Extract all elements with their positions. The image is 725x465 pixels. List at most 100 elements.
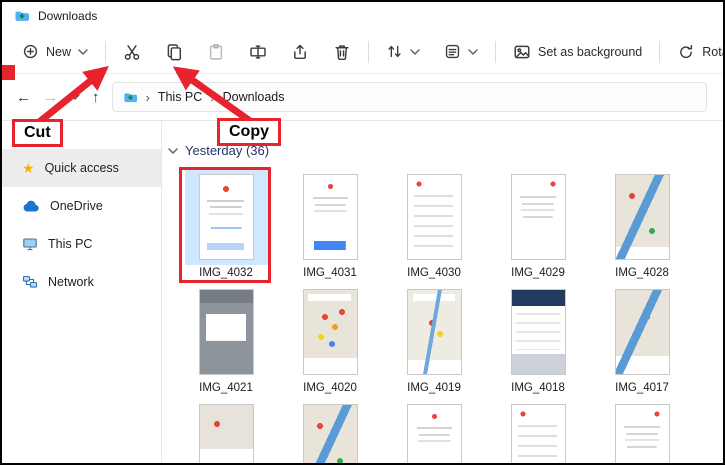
downloads-folder-icon xyxy=(14,8,30,24)
cut-button[interactable] xyxy=(111,37,153,67)
file-item[interactable] xyxy=(590,395,694,465)
file-item-img-4020[interactable]: IMG_4020 xyxy=(278,280,382,395)
file-item-img-4031[interactable]: IMG_4031 xyxy=(278,165,382,280)
file-thumbnail xyxy=(511,404,566,465)
file-label: IMG_4021 xyxy=(199,382,253,394)
address-bar[interactable]: › This PC › Downloads xyxy=(112,82,708,112)
file-item-img-4019[interactable]: IMG_4019 xyxy=(382,280,486,395)
file-thumbnail xyxy=(615,174,670,260)
command-toolbar: New xyxy=(2,30,723,74)
rotate-icon xyxy=(677,43,695,61)
file-item[interactable] xyxy=(486,395,590,465)
file-item[interactable] xyxy=(174,395,278,465)
file-item-img-4028[interactable]: IMG_4028 xyxy=(590,165,694,280)
toolbar-divider xyxy=(495,41,496,63)
file-label: IMG_4029 xyxy=(511,267,565,279)
plus-circle-icon xyxy=(22,43,39,60)
view-button[interactable] xyxy=(432,37,490,66)
network-icon xyxy=(22,274,38,290)
window-title: Downloads xyxy=(38,9,97,23)
breadcrumb-chevron: › xyxy=(210,90,214,105)
toolbar-divider xyxy=(659,41,660,63)
file-label: IMG_4019 xyxy=(407,382,461,394)
file-label: IMG_4017 xyxy=(615,382,669,394)
sort-icon xyxy=(386,43,403,60)
file-list-pane: Yesterday (36) IMG_4032 IMG_4031 IMG_403… xyxy=(162,121,723,465)
sidebar-item-this-pc[interactable]: This PC xyxy=(2,225,161,263)
computer-icon xyxy=(22,236,38,252)
downloads-folder-icon xyxy=(123,90,138,105)
view-icon xyxy=(444,43,461,60)
share-icon xyxy=(291,43,309,61)
toolbar-divider xyxy=(105,41,106,63)
file-item-img-4021[interactable]: IMG_4021 xyxy=(174,280,278,395)
set-as-background-button[interactable]: Set as background xyxy=(501,37,654,67)
file-thumbnail xyxy=(615,289,670,375)
back-button[interactable]: ← xyxy=(16,89,31,106)
file-thumbnail xyxy=(199,174,254,260)
sidebar-item-label: This PC xyxy=(48,237,92,251)
rotate-label: Rotat xyxy=(702,45,725,59)
forward-button[interactable]: → xyxy=(43,89,58,106)
sidebar-item-network[interactable]: Network xyxy=(2,263,161,301)
sidebar-item-quick-access[interactable]: ★ Quick access xyxy=(2,149,161,187)
breadcrumb-downloads[interactable]: Downloads xyxy=(223,90,285,104)
file-thumbnail xyxy=(199,289,254,375)
file-item-img-4018[interactable]: IMG_4018 xyxy=(486,280,590,395)
navigation-bar: ← → ↑ › This PC › Downloads xyxy=(2,74,723,121)
file-item-img-4029[interactable]: IMG_4029 xyxy=(486,165,590,280)
breadcrumb-this-pc[interactable]: This PC xyxy=(158,90,202,104)
file-grid: IMG_4032 IMG_4031 IMG_4030 IMG_4029 xyxy=(174,165,694,465)
file-item[interactable] xyxy=(278,395,382,465)
new-button[interactable]: New xyxy=(10,37,100,66)
sort-button[interactable] xyxy=(374,37,432,66)
file-thumbnail xyxy=(303,174,358,260)
file-thumbnail xyxy=(303,404,358,465)
chevron-down-icon xyxy=(410,49,420,55)
chevron-down-icon xyxy=(78,49,88,55)
sidebar-item-label: OneDrive xyxy=(50,199,103,213)
file-item[interactable] xyxy=(382,395,486,465)
file-thumbnail xyxy=(615,404,670,465)
copy-annotation-label: Copy xyxy=(217,118,281,146)
chevron-down-icon xyxy=(468,49,478,55)
file-thumbnail xyxy=(199,404,254,465)
share-button[interactable] xyxy=(279,37,321,67)
file-thumbnail xyxy=(407,174,462,260)
title-bar: Downloads xyxy=(2,2,723,30)
delete-button[interactable] xyxy=(321,37,363,67)
new-button-label: New xyxy=(46,45,71,59)
trash-icon xyxy=(333,43,351,61)
rename-button[interactable] xyxy=(237,37,279,67)
file-label: IMG_4028 xyxy=(615,267,669,279)
file-thumbnail xyxy=(511,174,566,260)
copy-button[interactable] xyxy=(153,37,195,67)
file-label: IMG_4020 xyxy=(303,382,357,394)
rotate-button[interactable]: Rotat xyxy=(665,37,725,67)
file-thumbnail xyxy=(511,289,566,375)
picture-icon xyxy=(513,43,531,61)
file-item-img-4032[interactable]: IMG_4032 xyxy=(174,165,278,280)
copy-icon xyxy=(165,43,183,61)
scissors-icon xyxy=(123,43,141,61)
sidebar-item-onedrive[interactable]: OneDrive xyxy=(2,187,161,225)
paste-button[interactable] xyxy=(195,37,237,67)
up-button[interactable]: ↑ xyxy=(92,89,100,106)
star-icon: ★ xyxy=(22,161,35,175)
navigation-pane: ★ Quick access OneDrive This PC xyxy=(2,121,162,465)
paste-icon xyxy=(207,43,225,61)
file-label: IMG_4032 xyxy=(199,267,253,279)
file-thumbnail xyxy=(407,289,462,375)
sidebar-item-label: Quick access xyxy=(45,161,119,175)
cloud-icon xyxy=(22,199,40,213)
file-thumbnail xyxy=(407,404,462,465)
file-item-img-4030[interactable]: IMG_4030 xyxy=(382,165,486,280)
rename-icon xyxy=(249,43,267,61)
cut-annotation-label: Cut xyxy=(12,119,63,147)
breadcrumb-chevron: › xyxy=(146,90,150,105)
chevron-down-icon xyxy=(168,148,178,154)
file-item-img-4017[interactable]: IMG_4017 xyxy=(590,280,694,395)
sidebar-item-label: Network xyxy=(48,275,94,289)
file-label: IMG_4018 xyxy=(511,382,565,394)
recent-locations-chevron-icon[interactable] xyxy=(70,94,80,100)
